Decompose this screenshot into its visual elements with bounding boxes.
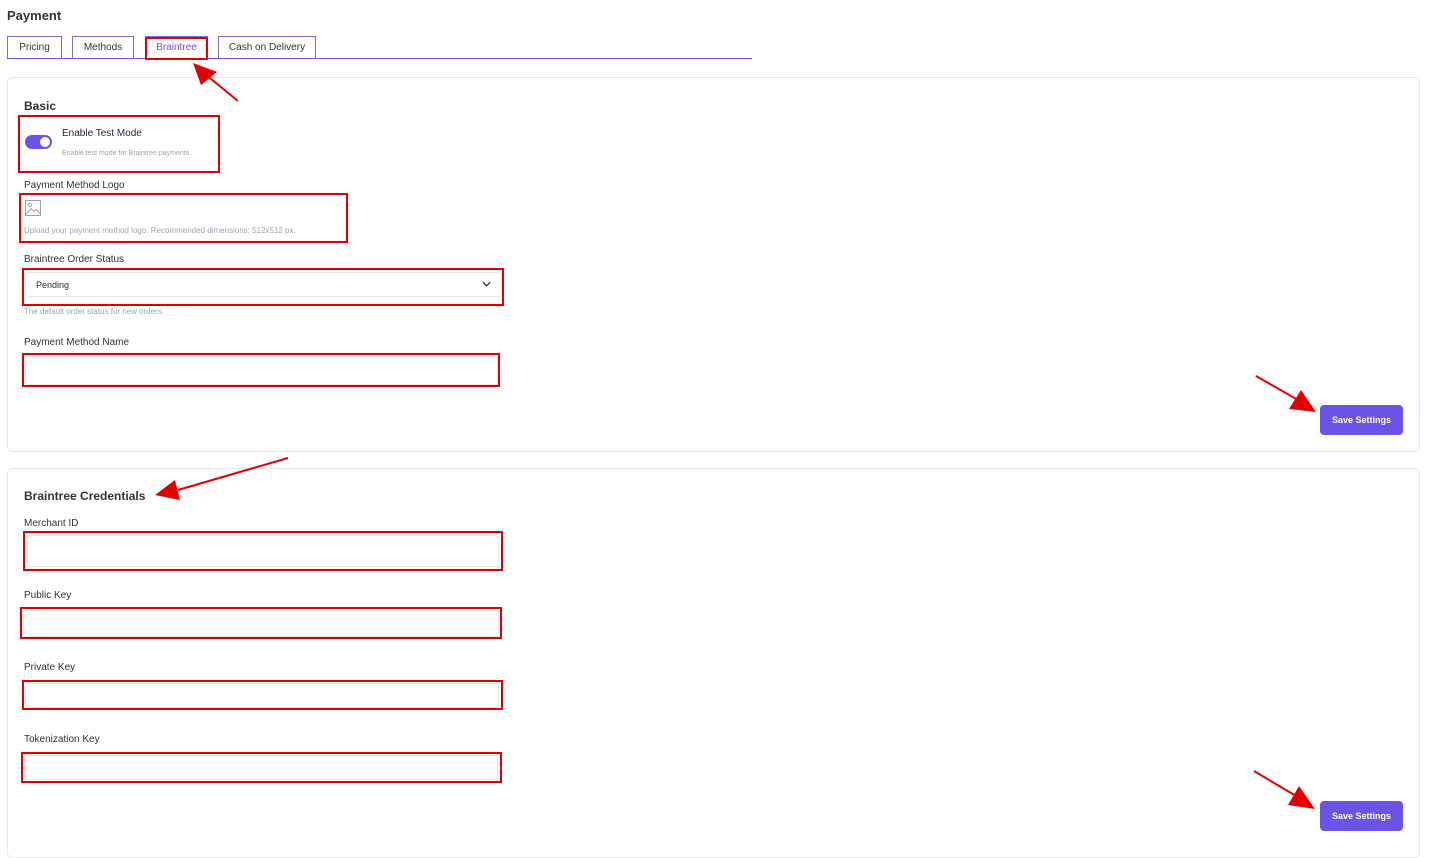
merchant-id-label: Merchant ID: [24, 518, 79, 529]
basic-section-title: Basic: [24, 99, 57, 113]
private-key-label: Private Key: [24, 662, 76, 673]
image-placeholder-icon[interactable]: [25, 200, 41, 216]
test-mode-hint: Enable test mode for Braintree payments.: [62, 150, 192, 157]
save-settings-button[interactable]: Save Settings: [1320, 405, 1403, 435]
toggle-knob: [40, 137, 50, 147]
save-credentials-button[interactable]: Save Settings: [1320, 801, 1403, 831]
logo-label: Payment Method Logo: [24, 180, 125, 191]
tokenization-key-label: Tokenization Key: [24, 734, 100, 745]
page-title: Payment: [7, 8, 62, 23]
tokenization-key-input[interactable]: [24, 755, 498, 780]
credentials-section-title: Braintree Credentials: [24, 489, 146, 503]
test-mode-toggle[interactable]: [25, 135, 52, 149]
private-key-input[interactable]: [25, 683, 499, 708]
basic-settings-card: Basic Enable Test Mode Enable test mode …: [7, 77, 1420, 452]
logo-hint: Upload your payment method logo. Recomme…: [24, 226, 296, 235]
order-status-select[interactable]: Pending: [25, 272, 502, 297]
test-mode-label: Enable Test Mode: [62, 128, 142, 139]
public-key-input[interactable]: [23, 610, 499, 637]
tab-pricing[interactable]: Pricing: [7, 36, 62, 58]
order-status-value: Pending: [36, 279, 70, 290]
public-key-label: Public Key: [24, 590, 72, 601]
order-status-label: Braintree Order Status: [24, 254, 125, 265]
method-name-input[interactable]: [25, 356, 498, 385]
merchant-id-input[interactable]: [27, 535, 499, 567]
tab-bar: Pricing Methods Braintree Cash on Delive…: [7, 36, 752, 59]
order-status-hint: The default order status for new orders.: [24, 307, 165, 316]
chevron-down-icon: [482, 281, 491, 287]
credentials-card: Braintree Credentials Merchant ID Public…: [7, 468, 1420, 858]
method-name-label: Payment Method Name: [24, 337, 130, 348]
tab-cash-on-delivery[interactable]: Cash on Delivery: [218, 36, 316, 58]
tab-methods[interactable]: Methods: [72, 36, 134, 58]
tab-braintree[interactable]: Braintree: [145, 36, 208, 58]
